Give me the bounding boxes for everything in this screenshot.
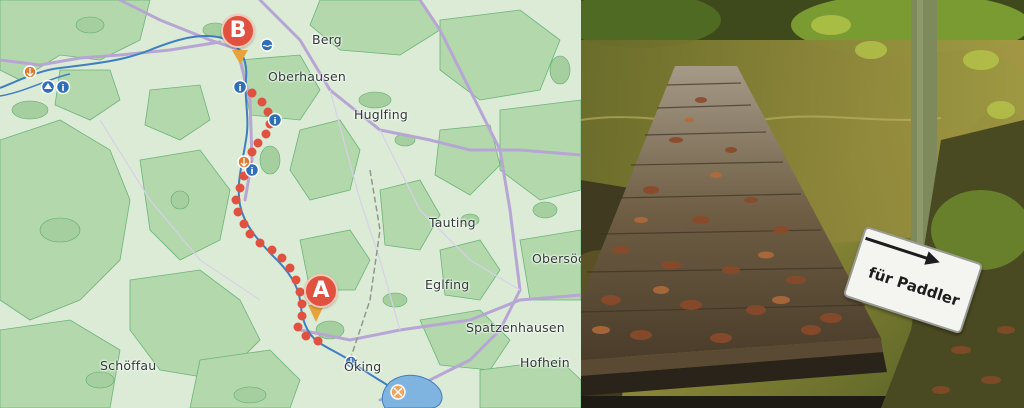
info-icon[interactable]: i xyxy=(55,79,71,95)
route-end-marker[interactable]: B xyxy=(221,14,255,48)
svg-text:i: i xyxy=(250,167,253,177)
place-label-spatzenhausen: Spatzenhausen xyxy=(466,320,565,335)
info-icon[interactable]: i xyxy=(232,79,248,95)
sign-text: für Paddler xyxy=(866,263,962,310)
photo-panel: für Paddler xyxy=(581,0,1024,408)
svg-text:i: i xyxy=(61,84,64,94)
place-label-berg: Berg xyxy=(312,32,342,47)
boat-launch-icon[interactable] xyxy=(23,65,37,79)
sight-icon[interactable] xyxy=(390,384,406,400)
place-label-oehing: Oǩing xyxy=(344,359,382,374)
parking-icon[interactable] xyxy=(40,79,56,95)
boat-launch-icon[interactable] xyxy=(237,155,251,169)
swimming-icon[interactable] xyxy=(260,38,274,52)
map-panel[interactable]: i i i i Berg Oberhausen Huglfing Tauting… xyxy=(0,0,581,408)
place-label-huglfing: Huglfing xyxy=(354,107,409,122)
svg-text:i: i xyxy=(238,84,241,94)
place-label-oberseoc: Obersöc xyxy=(532,251,581,266)
route-start-marker[interactable]: A xyxy=(304,274,338,308)
place-label-schoeffau: Schöffau xyxy=(100,358,157,373)
jetty-photo xyxy=(581,0,1024,408)
place-label-hofhein: Hofhein xyxy=(520,355,570,370)
place-label-eglfing: Eglfing xyxy=(425,277,470,292)
svg-text:i: i xyxy=(273,117,276,127)
place-label-oberhausen: Oberhausen xyxy=(268,69,347,84)
place-label-tauting: Tauting xyxy=(429,215,476,230)
info-icon[interactable]: i xyxy=(267,112,283,128)
map-background: i i i i xyxy=(0,0,581,408)
